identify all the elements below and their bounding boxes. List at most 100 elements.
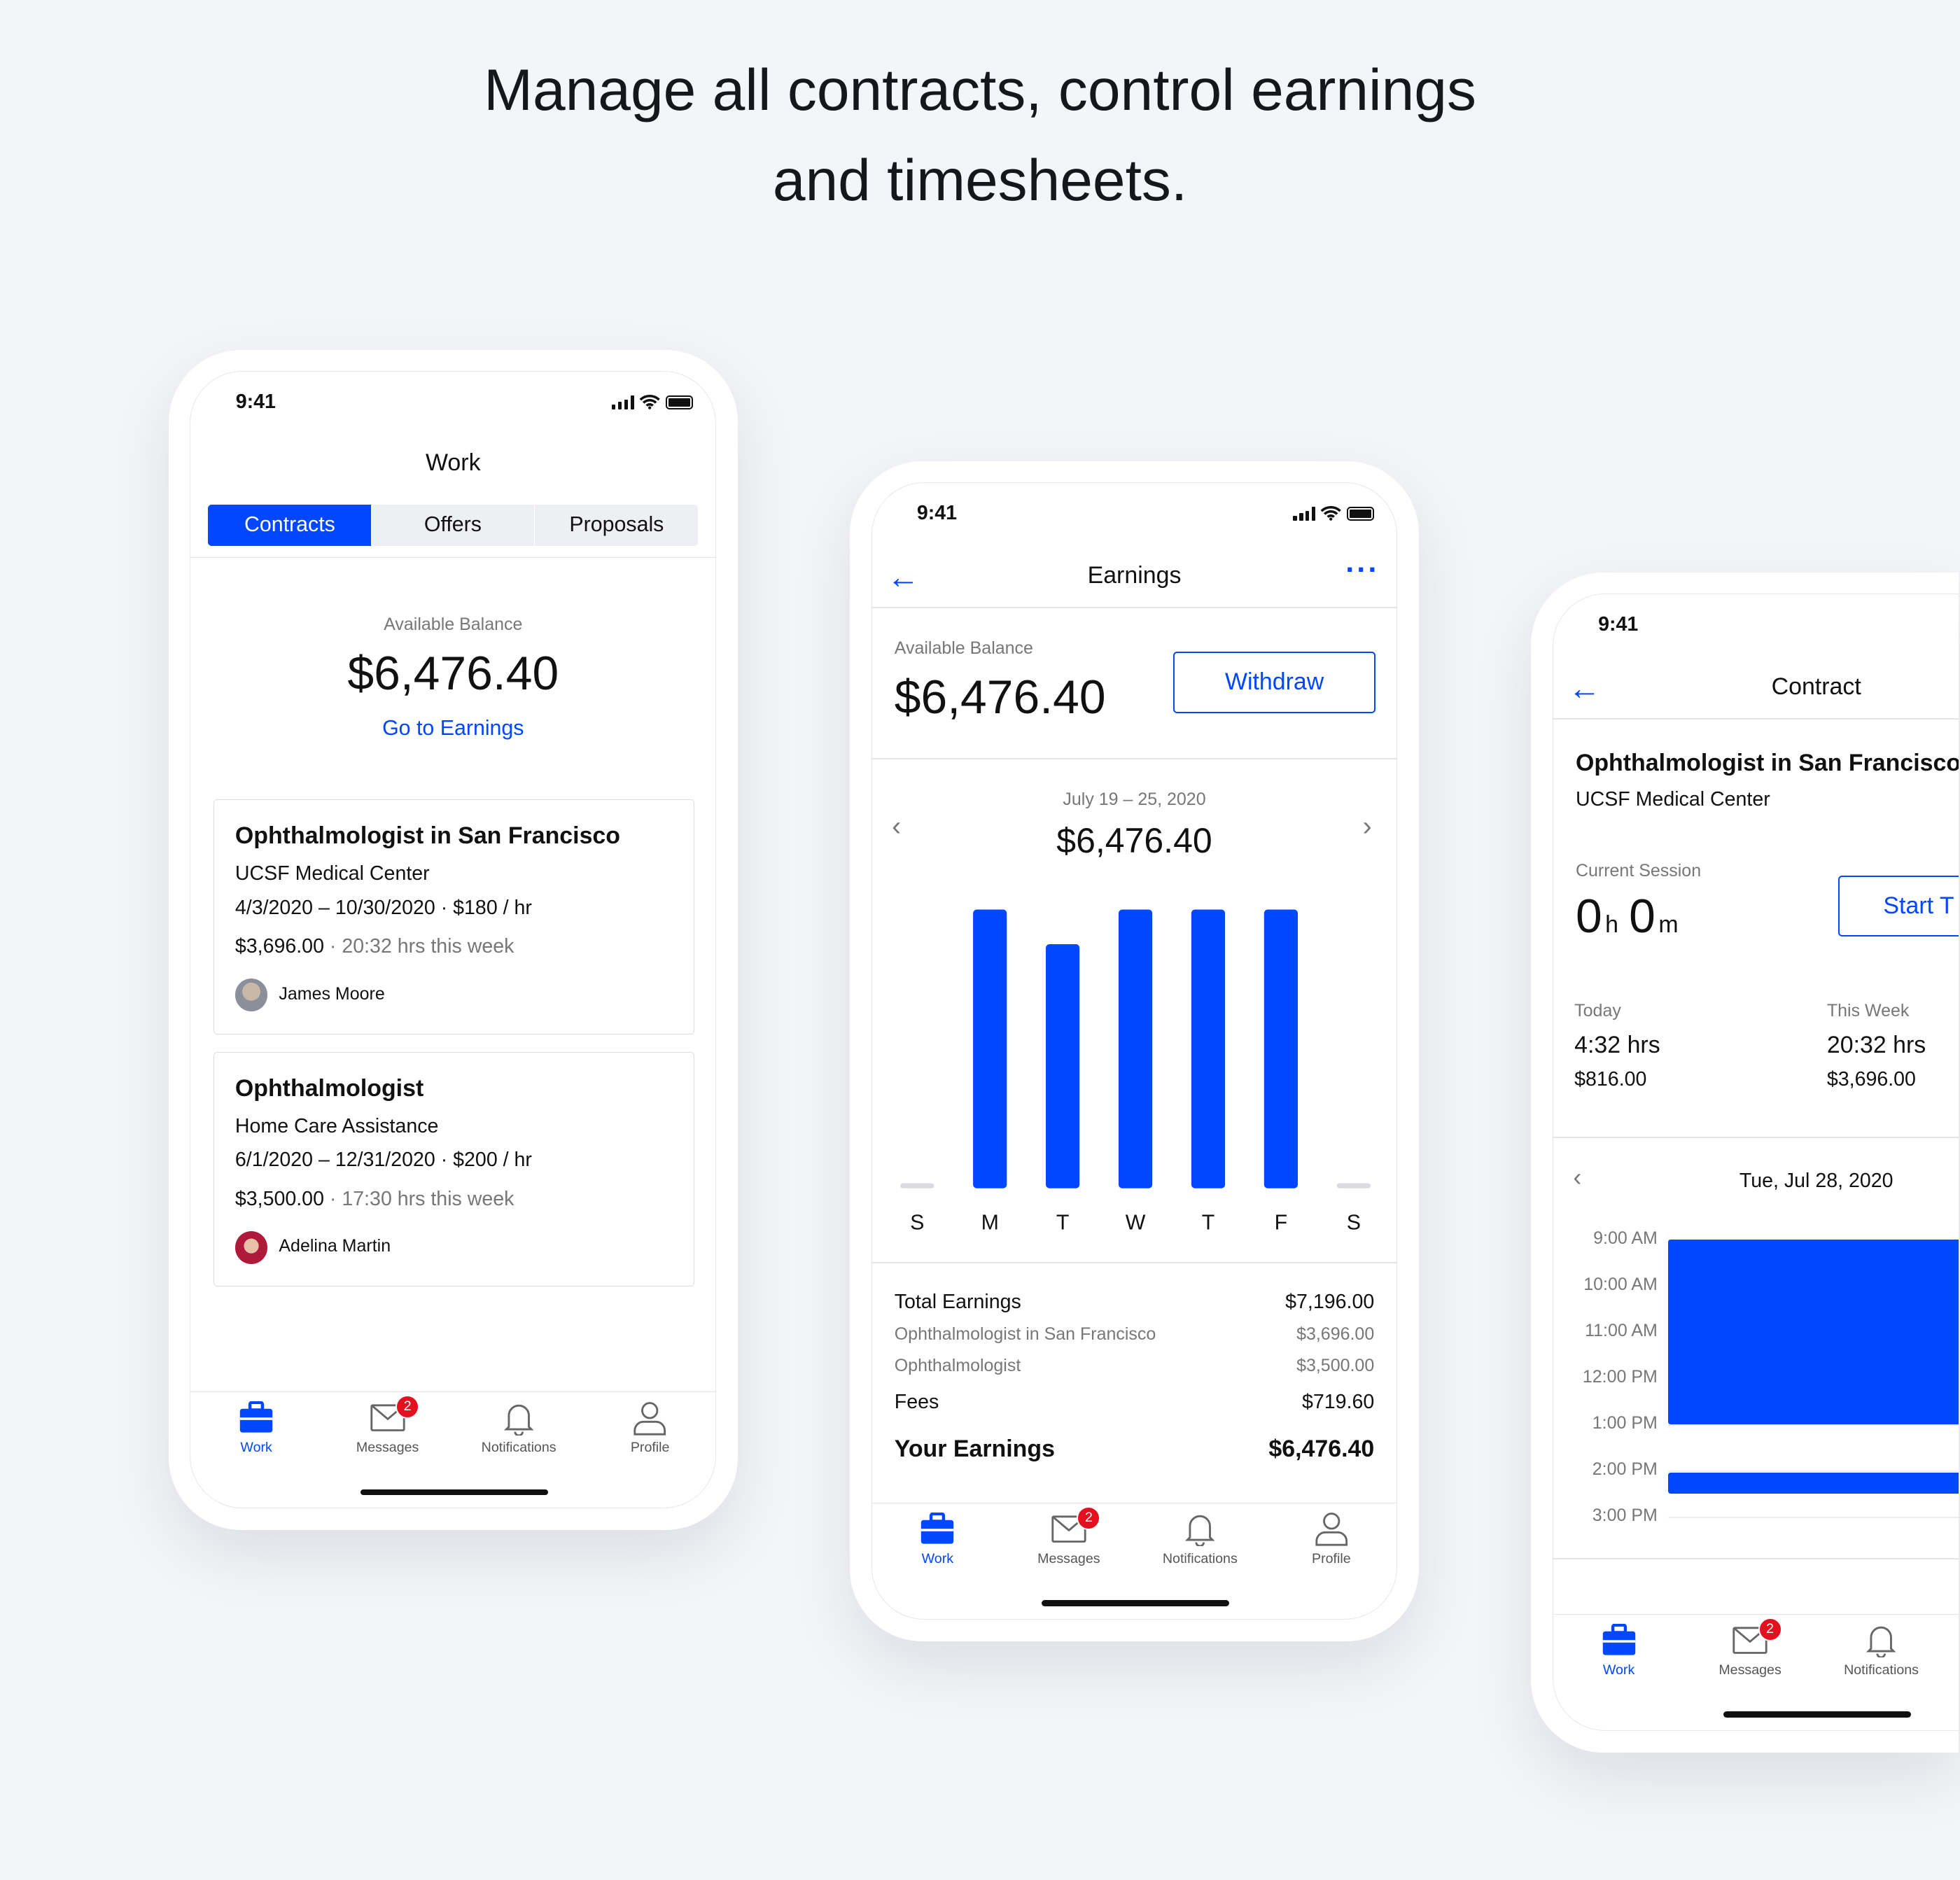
balance-amount: $6,476.40 — [347, 647, 559, 701]
summary-value: $6,476.40 — [1268, 1435, 1375, 1462]
person-icon — [1315, 1511, 1348, 1550]
tab-bar-item-work[interactable]: Work — [1553, 1622, 1684, 1678]
contract-card[interactable]: Ophthalmologist in San Francisco UCSF Me… — [213, 799, 695, 1034]
start-timer-button[interactable]: Start T — [1837, 875, 1959, 937]
work-screen: 9:41 Work Contracts Offers Proposals Ava… — [190, 371, 717, 1509]
tab-bar-item-profile[interactable]: Profile — [584, 1400, 715, 1456]
segmented-tabs: Contracts Offers Proposals — [208, 504, 699, 546]
tab-bar-item-notifications[interactable]: Notifications — [1816, 1622, 1947, 1678]
contract-card[interactable]: Ophthalmologist Home Care Assistance 6/1… — [213, 1051, 695, 1287]
hours-unit: h — [1605, 911, 1618, 938]
page-title: Contract — [1771, 673, 1861, 700]
client-name: James Moore — [279, 983, 385, 1004]
summary-row: Fees $719.60 — [895, 1391, 1374, 1414]
hour-label: 12:00 PM — [1582, 1366, 1658, 1387]
home-indicator — [1723, 1711, 1911, 1718]
summary-label: Total Earnings — [894, 1290, 1021, 1313]
bar-2[interactable] — [1045, 943, 1079, 1188]
divider — [1553, 1137, 1959, 1138]
divider — [872, 607, 1397, 608]
timesheet-date: Tue, Jul 28, 2020 — [1739, 1169, 1893, 1192]
tab-bar-item-notifications[interactable]: Notifications — [1135, 1511, 1266, 1567]
contract-company: UCSF Medical Center — [234, 862, 430, 885]
hour-label: 9:00 AM — [1593, 1228, 1658, 1248]
tab-bar-item-messages[interactable]: 2 Messages — [1684, 1617, 1815, 1678]
tab-bar-label: Notifications — [1162, 1551, 1238, 1567]
hour-gridline — [1668, 1517, 1959, 1518]
bar-0[interactable] — [899, 1183, 934, 1188]
x-tick-label: M — [981, 1211, 998, 1234]
bell-icon — [503, 1401, 535, 1440]
summary-row: Ophthalmologist $3,500.00 — [895, 1356, 1374, 1376]
phone-earnings: 9:41 ← Earnings ··· Available Balance $6… — [850, 461, 1419, 1641]
bar-3[interactable] — [1118, 909, 1152, 1188]
briefcase-icon — [1602, 1623, 1637, 1660]
week-hours: 20:32 hrs — [1826, 1032, 1926, 1059]
wifi-icon — [1321, 506, 1342, 521]
time-entry-block[interactable] — [1668, 1473, 1959, 1494]
summary-label: Your Earnings — [894, 1435, 1055, 1462]
unread-badge: 2 — [396, 1394, 420, 1419]
contract-title: Ophthalmologist — [234, 1074, 424, 1102]
tab-proposals[interactable]: Proposals — [535, 505, 698, 546]
tab-bar-item-profile[interactable]: Profile — [1947, 1622, 1959, 1678]
status-time: 9:41 — [1598, 612, 1639, 636]
contract-hours: · 17:30 hrs this week — [323, 1187, 514, 1210]
week-amount: $3,696.00 — [1826, 1067, 1916, 1090]
balance-label: Available Balance — [384, 614, 523, 634]
signal-icon — [612, 395, 635, 409]
earnings-bar-chart: SMTWTFS — [899, 909, 1371, 1234]
tab-bar-item-notifications[interactable]: Notifications — [453, 1400, 584, 1456]
time-entry-block[interactable] — [1668, 1239, 1959, 1424]
battery-icon — [665, 395, 694, 409]
today-amount: $816.00 — [1574, 1067, 1647, 1090]
tab-bar-item-profile[interactable]: Profile — [1266, 1511, 1396, 1567]
tab-bar-label: Work — [240, 1440, 272, 1456]
today-hours: 4:32 hrs — [1574, 1032, 1660, 1059]
signal-icon — [1293, 507, 1316, 521]
tab-bar-item-messages[interactable]: 2 Messages — [322, 1394, 453, 1456]
unread-badge: 2 — [1077, 1506, 1101, 1530]
summary-label: Ophthalmologist in San Francisco — [894, 1324, 1156, 1345]
contract-company: UCSF Medical Center — [1575, 787, 1770, 811]
withdraw-button[interactable]: Withdraw — [1172, 652, 1376, 713]
bell-icon — [1184, 1511, 1216, 1550]
summary-value: $3,500.00 — [1296, 1355, 1375, 1375]
tab-bar-item-work[interactable]: Work — [190, 1400, 321, 1456]
hour-label: 1:00 PM — [1592, 1412, 1658, 1433]
home-indicator — [360, 1489, 549, 1496]
briefcase-icon — [920, 1512, 955, 1549]
tab-bar-item-messages[interactable]: 2 Messages — [1003, 1506, 1134, 1567]
headline-line-2: and timesheets. — [772, 146, 1188, 213]
status-bar-icons — [612, 394, 694, 409]
hour-label: 2:00 PM — [1592, 1459, 1658, 1479]
battery-icon — [1346, 507, 1375, 521]
headline-line-1: Manage all contracts, control earnings — [484, 57, 1476, 123]
avatar — [234, 978, 268, 1011]
x-tick-label: W — [1125, 1211, 1145, 1234]
contract-title: Ophthalmologist in San Francisco — [234, 822, 620, 850]
balance-label: Available Balance — [894, 638, 1033, 658]
summary-value: $7,196.00 — [1285, 1290, 1375, 1313]
divider — [872, 758, 1397, 759]
x-tick-label: F — [1274, 1211, 1287, 1234]
bar-4[interactable] — [1191, 909, 1225, 1188]
status-time: 9:41 — [916, 502, 958, 525]
more-options-icon[interactable]: ··· — [1345, 553, 1379, 587]
bar-6[interactable] — [1336, 1183, 1371, 1188]
go-to-earnings-link[interactable]: Go to Earnings — [354, 717, 553, 741]
home-indicator — [1042, 1600, 1230, 1607]
tab-bar-label: Work — [1602, 1662, 1635, 1678]
summary-row: Your Earnings $6,476.40 — [895, 1436, 1374, 1463]
page-title: Earnings — [1087, 561, 1182, 589]
tab-offers[interactable]: Offers — [371, 504, 536, 546]
tab-contracts[interactable]: Contracts — [208, 504, 372, 546]
contract-amount: $3,696.00 — [234, 934, 324, 957]
status-time: 9:41 — [235, 391, 276, 414]
bar-5[interactable] — [1264, 909, 1298, 1188]
summary-row: Total Earnings $7,196.00 — [895, 1291, 1374, 1314]
phone-contract: 9:41 ← Contract Ophthalmologist in San F… — [1531, 572, 1959, 1753]
bar-1[interactable] — [972, 909, 1007, 1188]
tab-bar-item-work[interactable]: Work — [872, 1511, 1003, 1567]
tab-bar-label: Messages — [1037, 1551, 1100, 1567]
